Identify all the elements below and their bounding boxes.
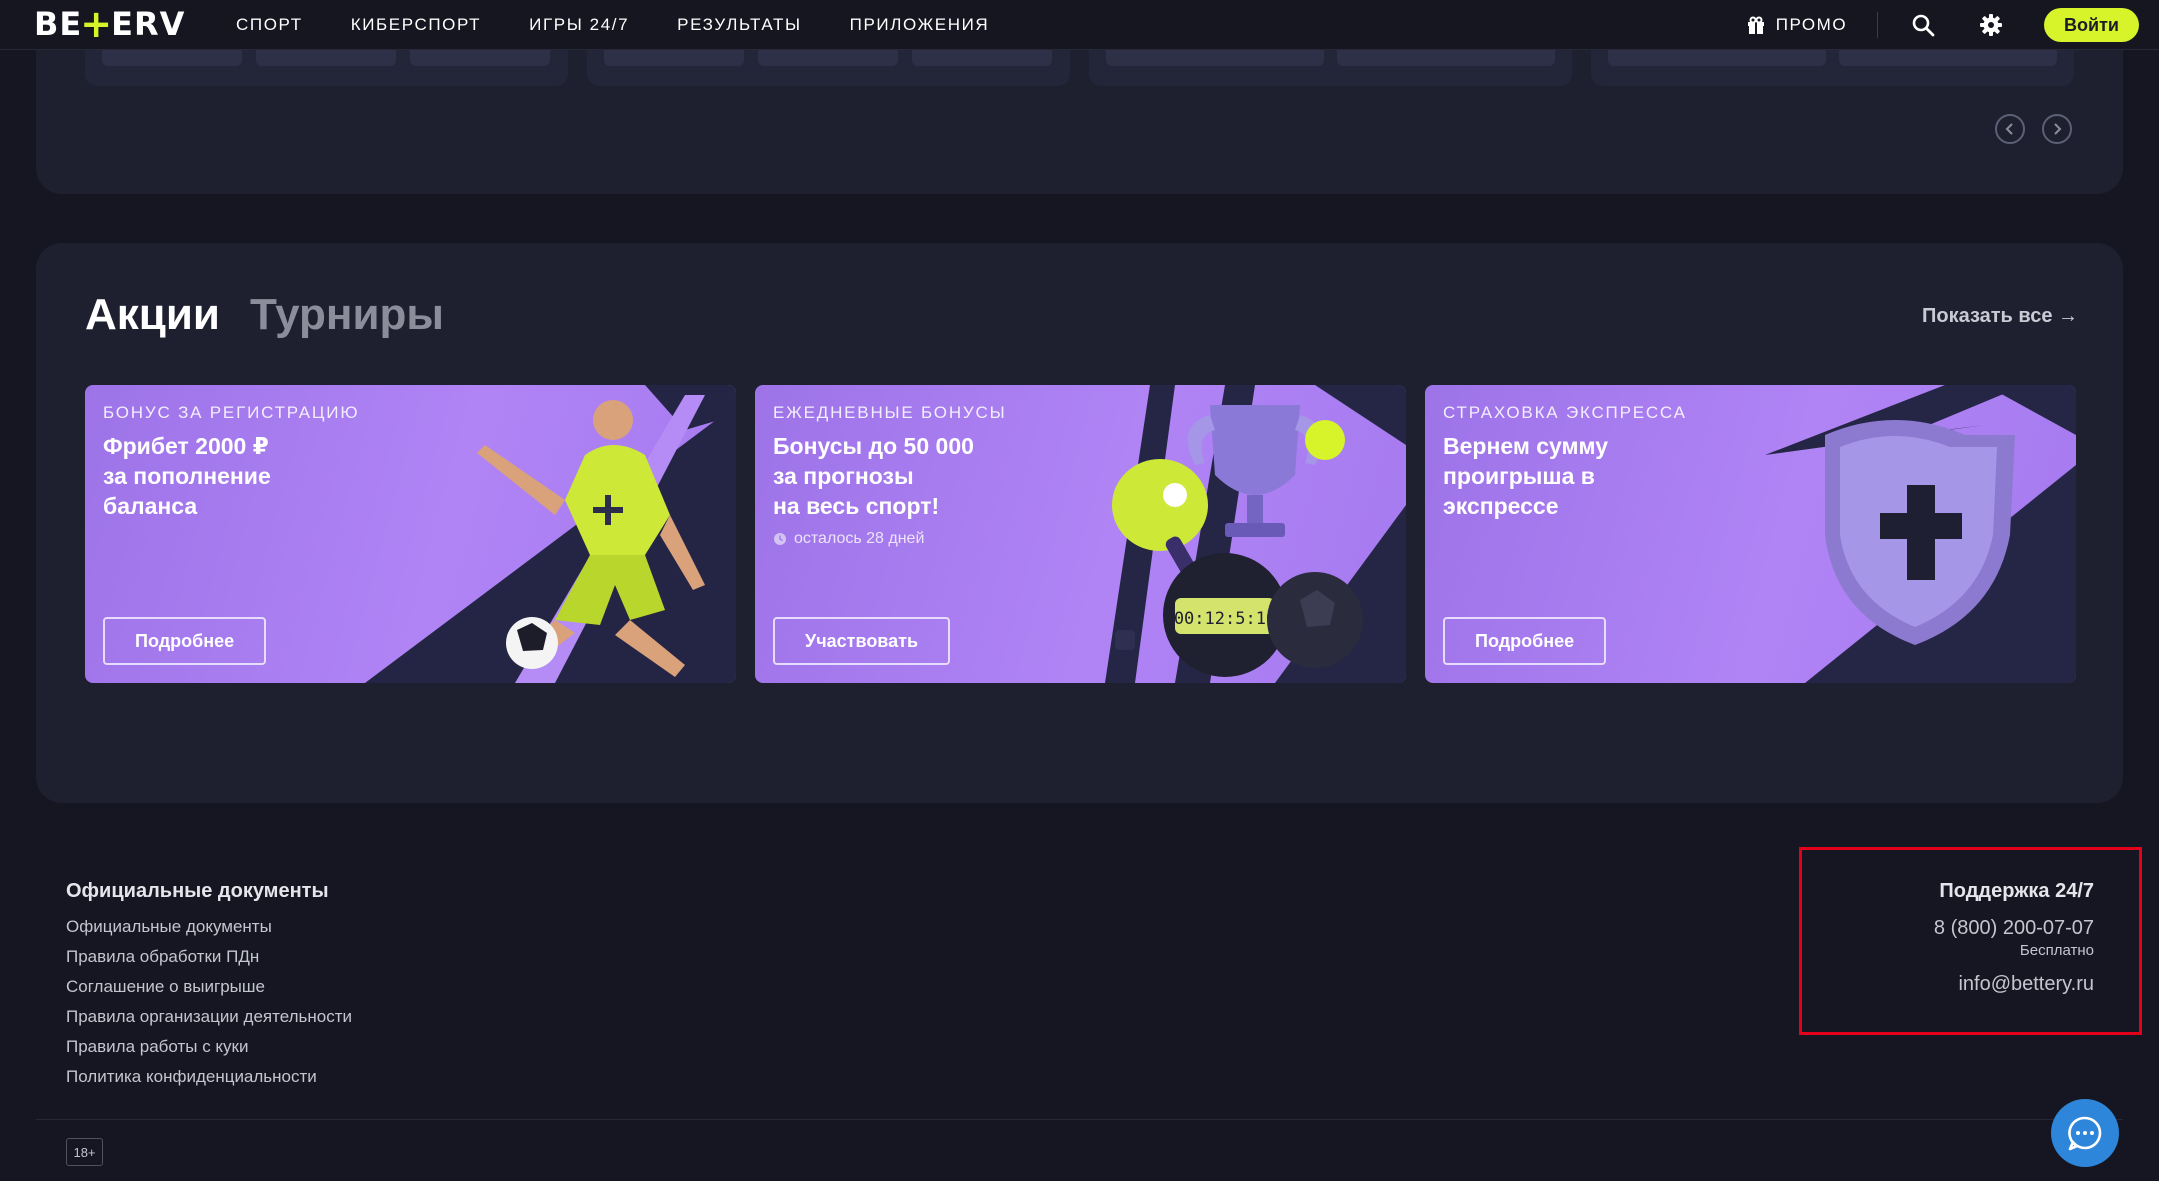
- nav-right: ПРОМО Войти: [1746, 0, 2139, 50]
- banner-title: Вернем сумму проигрыша в экспрессе: [1443, 433, 1609, 519]
- nav-links: СПОРТ КИБЕРСПОРТ ИГРЫ 24/7 РЕЗУЛЬТАТЫ ПР…: [236, 0, 1037, 50]
- slide-pill: [604, 50, 744, 66]
- slide-pill: [256, 50, 396, 66]
- highlight-box: [1799, 847, 2142, 1035]
- clock-icon: [774, 533, 786, 545]
- slider-prev-button[interactable]: [1995, 114, 2025, 144]
- nav-games[interactable]: ИГРЫ 24/7: [529, 15, 629, 35]
- slider-next-button[interactable]: [2042, 114, 2072, 144]
- chat-icon: [2068, 1116, 2102, 1151]
- soccer-ball-image: [1267, 572, 1363, 668]
- banner-kicker: СТРАХОВКА ЭКСПРЕССА: [1443, 403, 1687, 422]
- tab-tournaments[interactable]: Турниры: [250, 290, 444, 340]
- promo-banner-express-insurance[interactable]: СТРАХОВКА ЭКСПРЕССА Вернем сумму проигры…: [1425, 385, 2076, 683]
- slide-pill: [1839, 50, 2057, 66]
- slide-pill: [912, 50, 1052, 66]
- chevron-left-icon: [2005, 123, 2013, 135]
- logo-text-left: BE: [34, 5, 83, 43]
- promo-label: ПРОМО: [1775, 15, 1848, 34]
- countdown-text: осталось 28 дней: [794, 530, 925, 547]
- footer-docs-title: Официальные документы: [66, 880, 329, 902]
- promo-banner-registration[interactable]: БОНУС ЗА РЕГИСТРАЦИЮ Фрибет 2000 ₽ за по…: [85, 385, 736, 683]
- banner-kicker: БОНУС ЗА РЕГИСТРАЦИЮ: [103, 403, 360, 422]
- gear-icon: [1980, 14, 2003, 36]
- promo-banner-daily-bonuses[interactable]: 00:12:5:10 ЕЖЕДНЕВНЫЕ БОНУСЫ Бонусы до 5…: [755, 385, 1406, 683]
- banner-title: Фрибет 2000 ₽ за пополнение баланса: [103, 433, 271, 519]
- search-button[interactable]: [1908, 10, 1938, 40]
- slide-pill: [1608, 50, 1826, 66]
- banner-kicker: ЕЖЕДНЕВНЫЕ БОНУСЫ: [773, 403, 1007, 422]
- slide-pill: [1106, 50, 1324, 66]
- nav-sport[interactable]: СПОРТ: [236, 15, 303, 35]
- banner-more-button[interactable]: Подробнее: [103, 617, 267, 665]
- nav-results[interactable]: РЕЗУЛЬТАТЫ: [677, 15, 802, 35]
- promo-tabs: Акции Турниры: [85, 290, 444, 340]
- login-button[interactable]: Войти: [2044, 8, 2139, 42]
- chat-button[interactable]: [2051, 1099, 2119, 1167]
- logo-text-right: ERV: [111, 5, 186, 43]
- banner-participate-button[interactable]: Участвовать: [773, 617, 951, 665]
- nav-apps[interactable]: ПРИЛОЖЕНИЯ: [850, 15, 990, 35]
- footer-link-privacy-policy[interactable]: Политика конфиденциальности: [66, 1062, 352, 1092]
- top-nav: BE + ERV СПОРТ КИБЕРСПОРТ ИГРЫ 24/7 РЕЗУЛЬ…: [0, 0, 2159, 50]
- search-icon: [1912, 14, 1935, 37]
- slide-pill: [410, 50, 550, 66]
- slide-pill: [758, 50, 898, 66]
- footer-documents: Официальные документы Официальные докуме…: [66, 880, 352, 1092]
- gift-icon: [1747, 16, 1764, 34]
- show-all-link[interactable]: Показать все →: [1922, 305, 2078, 328]
- footer-link-pdn-rules[interactable]: Правила обработки ПДн: [66, 942, 352, 972]
- stopwatch-display: 00:12:5:10: [1174, 609, 1276, 629]
- chevron-right-icon: [2054, 123, 2062, 135]
- nav-esports[interactable]: КИБЕРСПОРТ: [351, 15, 481, 35]
- footer-link-organization-rules[interactable]: Правила организации деятельности: [66, 1002, 352, 1032]
- football-ball-image: [506, 617, 558, 669]
- age-badge: 18+: [66, 1138, 103, 1166]
- slide-pill: [1337, 50, 1555, 66]
- nav-divider: [1877, 12, 1879, 38]
- tab-promotions[interactable]: Акции: [85, 290, 220, 340]
- footer-link-cookies-rules[interactable]: Правила работы с куки: [66, 1032, 352, 1062]
- banner-countdown: осталось 28 дней: [773, 530, 924, 548]
- logo[interactable]: BE + ERV: [34, 4, 185, 44]
- footer-divider: [36, 1119, 2123, 1120]
- footer-link-official-docs[interactable]: Официальные документы: [66, 912, 352, 942]
- settings-button[interactable]: [1976, 10, 2006, 40]
- promo-button[interactable]: ПРОМО: [1746, 15, 1847, 35]
- banner-more-button[interactable]: Подробнее: [1443, 617, 1607, 665]
- logo-plus: +: [80, 2, 114, 46]
- footer-link-winnings-agreement[interactable]: Соглашение о выигрыше: [66, 972, 352, 1002]
- banner-title: Бонусы до 50 000 за прогнозы на весь спо…: [773, 433, 974, 519]
- slide-pill: [102, 50, 242, 66]
